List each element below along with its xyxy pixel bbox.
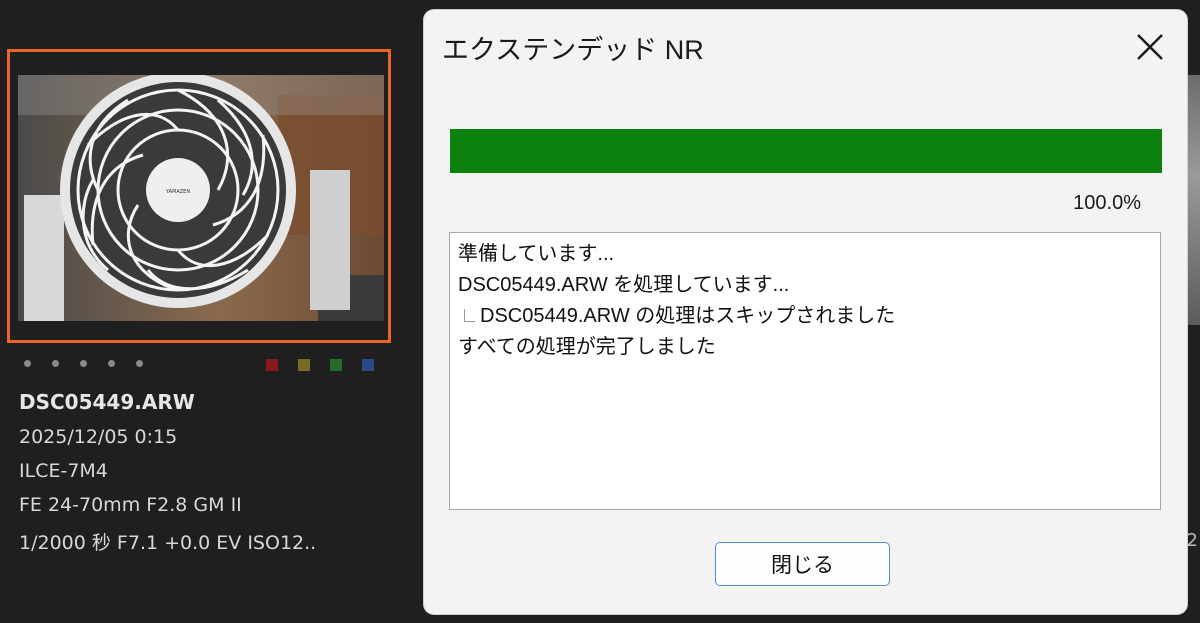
close-button[interactable]: 閉じる <box>715 542 890 586</box>
thumbnail-date: 2025/12/05 0:15 <box>19 426 178 448</box>
rating-dot-2[interactable] <box>52 360 59 367</box>
log-line-text: DSC05449.ARW の処理はスキップされました <box>480 305 896 327</box>
color-label-blue[interactable] <box>362 359 374 371</box>
processing-log[interactable]: 準備しています... DSC05449.ARW を処理しています... DSC0… <box>449 232 1161 510</box>
thumbnail-camera: ILCE-7M4 <box>19 460 108 482</box>
progress-bar-fill <box>450 129 1162 173</box>
progress-bar <box>450 129 1162 173</box>
thumbnail-lens: FE 24-70mm F2.8 GM II <box>19 494 242 516</box>
thumbnail-exposure: 1/2000 秒 F7.1 +0.0 EV ISO12.. <box>19 532 317 554</box>
color-label-green[interactable] <box>330 359 342 371</box>
log-line-indented: DSC05449.ARW の処理はスキップされました <box>458 301 1152 332</box>
progress-percent: 100.0% <box>1073 192 1141 214</box>
dialog-title: エクステンデッド NR <box>442 35 704 65</box>
tree-branch-icon <box>464 309 475 322</box>
close-icon[interactable] <box>1127 24 1173 70</box>
close-x-icon <box>1137 34 1163 60</box>
log-line: 準備しています... <box>458 243 615 265</box>
log-line: DSC05449.ARW を処理しています... <box>458 274 790 296</box>
log-line: すべての処理が完了しました <box>458 336 716 358</box>
rating-dot-1[interactable] <box>24 360 31 367</box>
fan-brand-logo: YAMAZEN <box>165 189 190 195</box>
color-label-yellow[interactable] <box>298 359 310 371</box>
thumbnail-image[interactable]: YAMAZEN <box>18 75 384 321</box>
next-thumbnail-edge[interactable] <box>1186 75 1200 325</box>
next-thumbnail-text: 2 <box>1186 530 1198 551</box>
rating-dot-3[interactable] <box>80 360 87 367</box>
thumbnail-filename: DSC05449.ARW <box>19 390 195 414</box>
rating-dot-4[interactable] <box>108 360 115 367</box>
fan-photo: YAMAZEN <box>18 75 384 321</box>
color-label-red[interactable] <box>266 359 278 371</box>
extended-nr-dialog: エクステンデッド NR 100.0% 準備しています... DSC05449.A… <box>424 10 1187 614</box>
rating-dot-5[interactable] <box>136 360 143 367</box>
